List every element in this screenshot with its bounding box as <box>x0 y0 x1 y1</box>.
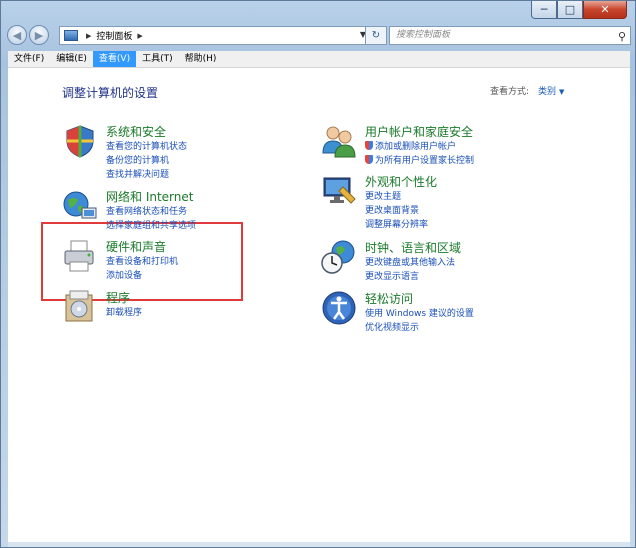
category-link-label: 优化视频显示 <box>365 323 420 333</box>
category-link-clock-language-0[interactable]: 更改键盘或其他输入法 <box>365 255 455 268</box>
category-link-label: 更改显示语言 <box>365 272 420 282</box>
users-icon[interactable] <box>321 123 357 159</box>
category-title-appearance[interactable]: 外观和个性化 <box>365 173 437 190</box>
caption-buttons: ─ □ ✕ <box>531 1 627 21</box>
category-link-user-accounts-0[interactable]: 添加或删除用户帐户 <box>365 139 456 152</box>
category-link-ease-of-access-1[interactable]: 优化视频显示 <box>365 320 419 333</box>
navigation-bar: ◀ ▶ ▶ 控制面板 ▶ ▼ ↻ 搜索控制面板 ⚲ <box>7 25 631 47</box>
category-link-network-internet-0[interactable]: 查看网络状态和任务 <box>106 204 187 217</box>
programs-icon[interactable] <box>62 289 98 325</box>
breadcrumb-control-panel[interactable]: 控制面板 <box>96 29 132 42</box>
category-link-ease-of-access-0[interactable]: 使用 Windows 建议的设置 <box>365 306 474 319</box>
display-icon[interactable] <box>321 173 357 209</box>
view-by-label: 查看方式: <box>490 87 530 97</box>
uac-shield-icon <box>365 155 373 164</box>
category-system-security: 系统和安全查看您的计算机状态 备份您的计算机 查找并解决问题 <box>62 123 302 183</box>
forward-button[interactable]: ▶ <box>29 25 49 45</box>
category-link-label: 更改键盘或其他输入法 <box>365 258 456 268</box>
category-title-ease-of-access[interactable]: 轻松访问 <box>365 290 413 307</box>
category-link-label: 备份您的计算机 <box>106 156 170 166</box>
minimize-button[interactable]: ─ <box>531 1 557 19</box>
category-title-hardware-sound[interactable]: 硬件和声音 <box>106 238 166 255</box>
category-link-label: 更改主题 <box>365 192 402 202</box>
category-link-user-accounts-1[interactable]: 为所有用户设置家长控制 <box>365 153 474 166</box>
bottom-border <box>8 542 630 547</box>
content-pane: 调整计算机的设置 查看方式: 类别 ▼ 系统和安全查看您的计算机状态 备份您的计算机… <box>8 68 630 542</box>
category-title-clock-language[interactable]: 时钟、语言和区域 <box>365 239 461 256</box>
page-title: 调整计算机的设置 <box>62 86 159 100</box>
shield-icon[interactable] <box>62 123 98 159</box>
category-link-system-security-1[interactable]: 备份您的计算机 <box>106 153 169 166</box>
search-icon[interactable]: ⚲ <box>618 28 626 45</box>
address-bar[interactable]: ▶ 控制面板 ▶ ▼ <box>59 26 371 45</box>
control-panel-icon <box>64 30 78 41</box>
category-link-label: 使用 Windows 建议的设置 <box>365 309 474 319</box>
search-placeholder: 搜索控制面板 <box>396 30 451 40</box>
category-ease-of-access: 轻松访问使用 Windows 建议的设置 优化视频显示 <box>321 290 561 350</box>
breadcrumb-separator-icon: ▶ <box>86 31 92 40</box>
refresh-button[interactable]: ↻ <box>365 26 387 45</box>
category-title-network-internet[interactable]: 网络和 Internet <box>106 188 193 205</box>
chevron-down-icon: ▼ <box>559 88 565 96</box>
category-link-clock-language-1[interactable]: 更改显示语言 <box>365 269 419 282</box>
category-link-label: 查看网络状态和任务 <box>106 207 188 217</box>
printer-icon[interactable] <box>62 238 98 274</box>
breadcrumb-chevron-icon[interactable]: ▶ <box>137 32 142 40</box>
category-link-label: 查找并解决问题 <box>106 170 170 180</box>
category-title-user-accounts[interactable]: 用户帐户和家庭安全 <box>365 123 473 140</box>
category-link-label: 为所有用户设置家长控制 <box>375 156 475 166</box>
category-link-label: 添加设备 <box>106 271 143 281</box>
search-input[interactable]: 搜索控制面板 ⚲ <box>389 26 631 45</box>
clock-globe-icon[interactable] <box>321 239 357 275</box>
category-link-label: 查看设备和打印机 <box>106 257 179 267</box>
maximize-button[interactable]: □ <box>557 1 583 19</box>
category-link-label: 添加或删除用户帐户 <box>375 142 457 152</box>
category-link-hardware-sound-1[interactable]: 添加设备 <box>106 268 142 281</box>
ease-access-icon[interactable] <box>321 290 357 326</box>
category-link-appearance-0[interactable]: 更改主题 <box>365 189 401 202</box>
globe-network-icon[interactable] <box>62 188 98 224</box>
menu-item-0[interactable]: 文件(F) <box>8 51 50 67</box>
menu-bar: 文件(F) 编辑(E) 查看(V) 工具(T) 帮助(H) <box>8 51 630 68</box>
category-programs: 程序 卸载程序 <box>62 289 302 349</box>
category-title-system-security[interactable]: 系统和安全 <box>106 123 166 140</box>
category-link-label: 选择家庭组和共享选项 <box>106 221 197 231</box>
menu-item-1[interactable]: 编辑(E) <box>50 51 93 67</box>
menu-item-4[interactable]: 帮助(H) <box>179 51 223 67</box>
category-link-label: 更改桌面背景 <box>365 206 420 216</box>
menu-item-3[interactable]: 工具(T) <box>136 51 179 67</box>
close-button[interactable]: ✕ <box>583 1 627 19</box>
category-link-label: 查看您的计算机状态 <box>106 142 188 152</box>
category-link-appearance-1[interactable]: 更改桌面背景 <box>365 203 419 216</box>
category-link-system-security-0[interactable]: 查看您的计算机状态 <box>106 139 187 152</box>
category-link-network-internet-1[interactable]: 选择家庭组和共享选项 <box>106 218 196 231</box>
category-link-label: 卸载程序 <box>106 308 143 318</box>
menu-item-2[interactable]: 查看(V) <box>92 51 137 67</box>
view-by-value: 类别 <box>538 87 557 97</box>
control-panel-window: ─ □ ✕ ◀ ▶ ▶ 控制面板 ▶ ▼ ↻ 搜索控制面板 ⚲ 文件(F) 编辑(… <box>0 0 636 548</box>
uac-shield-icon <box>365 141 373 150</box>
category-link-system-security-2[interactable]: 查找并解决问题 <box>106 167 169 180</box>
category-link-appearance-2[interactable]: 调整屏幕分辨率 <box>365 217 428 230</box>
view-by-dropdown[interactable]: 类别 ▼ <box>538 84 564 97</box>
back-button[interactable]: ◀ <box>7 25 27 45</box>
category-link-hardware-sound-0[interactable]: 查看设备和打印机 <box>106 254 178 267</box>
category-appearance: 外观和个性化更改主题更改桌面背景 调整屏幕分辨率 <box>321 173 561 233</box>
category-link-programs-0[interactable]: 卸载程序 <box>106 305 142 318</box>
category-link-label: 调整屏幕分辨率 <box>365 220 429 230</box>
category-title-programs[interactable]: 程序 <box>106 289 130 306</box>
